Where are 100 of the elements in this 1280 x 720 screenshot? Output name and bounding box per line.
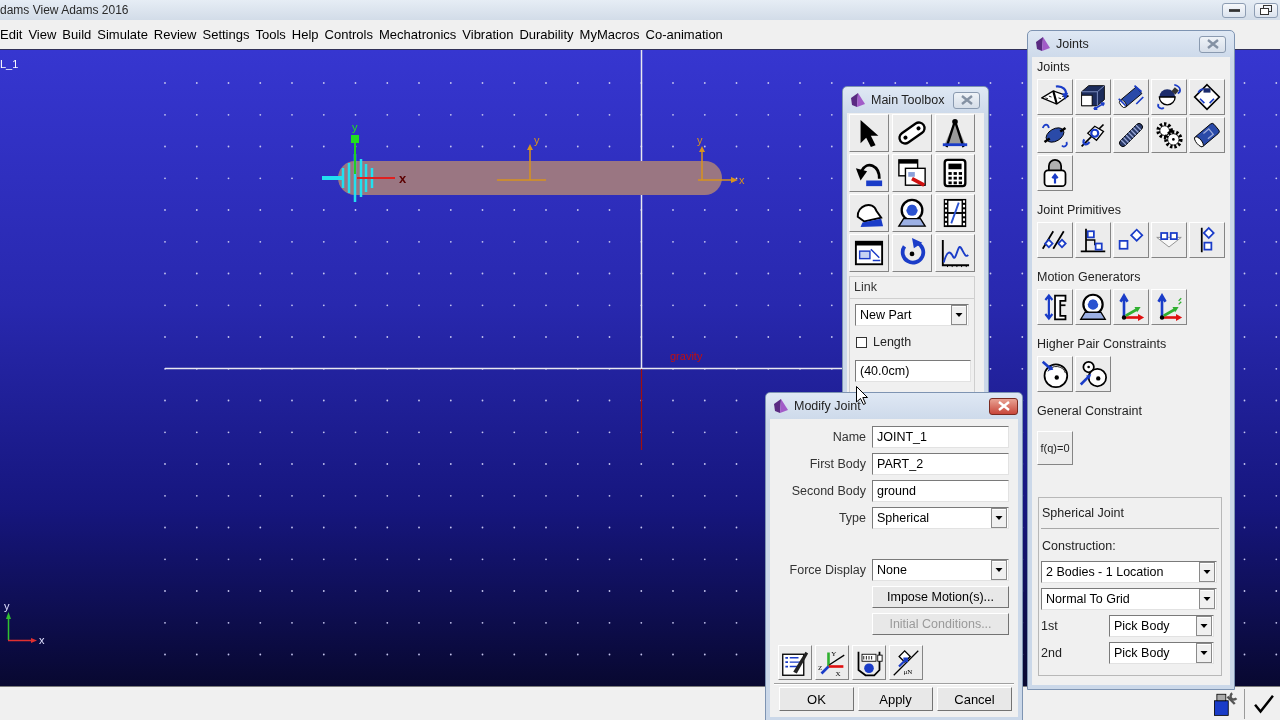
menu-item[interactable]: Mechatronics bbox=[379, 27, 457, 42]
dropdown[interactable]: Normal To Grid bbox=[1041, 588, 1217, 610]
gravity-label: gravity bbox=[670, 350, 703, 362]
section-heading: Motion Generators bbox=[1037, 269, 1142, 286]
minimize-icon bbox=[1228, 8, 1240, 12]
text-field[interactable]: PART_2 bbox=[872, 453, 1009, 475]
tool-button[interactable] bbox=[1037, 117, 1073, 153]
dialog-button[interactable]: Apply bbox=[858, 687, 933, 711]
tool-button[interactable] bbox=[1037, 79, 1073, 115]
tool-button[interactable] bbox=[1189, 79, 1225, 115]
barrel-arrows-icon bbox=[1041, 121, 1069, 149]
window-stack-icon bbox=[897, 158, 927, 188]
tool-button[interactable] bbox=[1113, 79, 1149, 115]
tool-button[interactable] bbox=[892, 194, 932, 232]
tool-button[interactable] bbox=[1151, 289, 1187, 325]
axis-triad bbox=[6, 612, 37, 643]
tool-button[interactable] bbox=[849, 114, 889, 152]
circle-on-stand-icon bbox=[1079, 293, 1107, 321]
tool-button[interactable] bbox=[1037, 289, 1073, 325]
dropdown[interactable]: None bbox=[872, 559, 1009, 581]
dropdown[interactable]: New Part bbox=[855, 304, 969, 326]
tool-button[interactable] bbox=[892, 114, 932, 152]
dialog-button[interactable]: OK bbox=[779, 687, 854, 711]
tool-button[interactable] bbox=[852, 645, 886, 680]
text-field[interactable]: ground bbox=[872, 480, 1009, 502]
tool-button[interactable] bbox=[1075, 117, 1111, 153]
tool-button[interactable] bbox=[935, 234, 975, 272]
menu-item[interactable]: Help bbox=[291, 27, 319, 42]
restore-button[interactable] bbox=[1254, 2, 1278, 18]
tool-button[interactable] bbox=[1037, 155, 1073, 191]
tool-button[interactable] bbox=[1189, 222, 1225, 258]
tool-button[interactable] bbox=[1075, 289, 1111, 325]
tool-button[interactable] bbox=[892, 154, 932, 192]
tool-button[interactable] bbox=[1113, 289, 1149, 325]
menu-item[interactable]: Co-animation bbox=[645, 27, 723, 42]
menu-item[interactable]: Tools bbox=[255, 27, 286, 42]
tool-button[interactable] bbox=[1037, 356, 1073, 392]
window-title: dams View Adams 2016 bbox=[0, 3, 129, 17]
minimize-button[interactable] bbox=[1222, 2, 1246, 18]
tool-button[interactable] bbox=[1189, 117, 1225, 153]
dropdown[interactable]: 2 Bodies - 1 Location bbox=[1041, 561, 1217, 583]
text-field[interactable]: JOINT_1 bbox=[872, 426, 1009, 448]
formula-button[interactable]: f(q)=0 bbox=[1037, 431, 1073, 465]
ball-arrows-icon bbox=[1155, 83, 1183, 111]
circle-on-stand-icon bbox=[897, 198, 927, 228]
padlock-icon bbox=[1041, 159, 1069, 187]
tool-button[interactable] bbox=[849, 194, 889, 232]
field-label: Construction: bbox=[1041, 538, 1117, 555]
tool-button[interactable] bbox=[1151, 222, 1187, 258]
dropdown[interactable]: Pick Body bbox=[1109, 615, 1214, 637]
caret-icon bbox=[991, 560, 1007, 580]
checkbox[interactable] bbox=[856, 336, 867, 348]
tool-button[interactable] bbox=[935, 114, 975, 152]
tool-button[interactable] bbox=[849, 154, 889, 192]
tool-button[interactable] bbox=[1037, 222, 1073, 258]
tool-button[interactable] bbox=[935, 194, 975, 232]
tool-button[interactable] bbox=[1113, 117, 1149, 153]
cylinder-icon bbox=[1193, 121, 1221, 149]
close-icon bbox=[997, 401, 1010, 411]
menu-item[interactable]: View bbox=[28, 27, 57, 42]
app-logo-icon bbox=[1035, 36, 1051, 52]
menu-item[interactable]: MyMacros bbox=[579, 27, 640, 42]
menu-item[interactable]: Build bbox=[62, 27, 92, 42]
caret-icon bbox=[951, 305, 967, 325]
axes-squares-icon bbox=[1079, 226, 1107, 254]
tool-button[interactable] bbox=[1151, 79, 1187, 115]
menu-item[interactable]: Vibration bbox=[462, 27, 514, 42]
menu-item[interactable]: Settings bbox=[202, 27, 250, 42]
tool-button[interactable] bbox=[935, 154, 975, 192]
tool-button[interactable] bbox=[778, 645, 812, 680]
text-field[interactable]: (40.0cm) bbox=[855, 360, 971, 382]
menu-item[interactable]: Controls bbox=[324, 27, 373, 42]
menu-item[interactable]: Edit bbox=[0, 27, 23, 42]
menu-item[interactable]: Review bbox=[153, 27, 197, 42]
field-label: 1st bbox=[1041, 619, 1059, 633]
field-label: First Body bbox=[808, 456, 866, 473]
axis-label: y bbox=[534, 134, 540, 146]
tool-button[interactable] bbox=[1113, 222, 1149, 258]
striped-rod-icon bbox=[1117, 121, 1145, 149]
dialog-button[interactable]: Cancel bbox=[937, 687, 1012, 711]
dropdown[interactable]: Spherical bbox=[872, 507, 1009, 529]
menu-item[interactable]: Durability bbox=[519, 27, 574, 42]
close-button[interactable] bbox=[989, 397, 1018, 415]
section-heading: General Constraint bbox=[1037, 403, 1143, 420]
window-title: Modify Joint bbox=[794, 399, 862, 413]
tool-button[interactable] bbox=[892, 234, 932, 272]
tool-button[interactable] bbox=[1075, 356, 1111, 392]
axis-label: x bbox=[739, 174, 745, 186]
tool-button[interactable] bbox=[1151, 117, 1187, 153]
dialog-button[interactable]: Impose Motion(s)... bbox=[872, 586, 1009, 608]
tool-button[interactable] bbox=[1075, 79, 1111, 115]
dropdown[interactable]: Pick Body bbox=[1109, 642, 1214, 664]
tool-button[interactable] bbox=[849, 234, 889, 272]
axis-label: x bbox=[39, 634, 45, 646]
caret-icon bbox=[1199, 589, 1215, 609]
menu-item[interactable]: Simulate bbox=[97, 27, 148, 42]
section-heading: Joints bbox=[1037, 59, 1071, 76]
cylinder-arrows-icon bbox=[1117, 83, 1145, 111]
tool-button[interactable] bbox=[1075, 222, 1111, 258]
window-icon bbox=[854, 238, 884, 268]
